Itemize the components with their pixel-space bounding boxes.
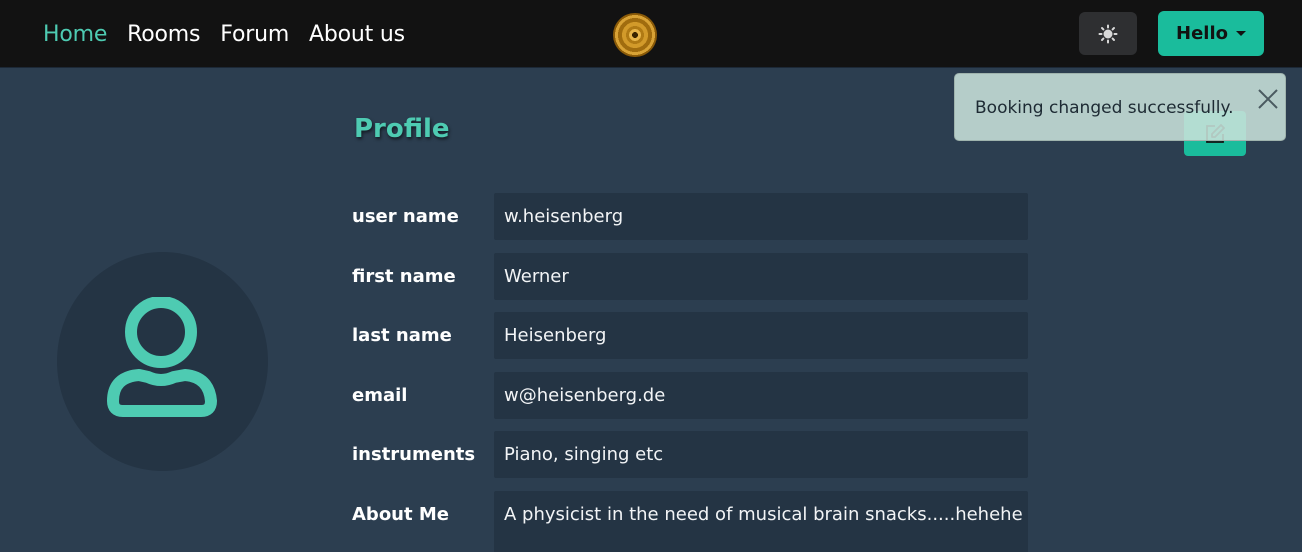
- caret-down-icon: [1235, 31, 1246, 36]
- nav-link-rooms[interactable]: Rooms: [127, 22, 200, 47]
- field-row-username: user name w.heisenberg: [352, 193, 1028, 240]
- toast-message: Booking changed successfully.: [975, 98, 1234, 118]
- nav-links: Home Rooms Forum About us: [43, 0, 405, 68]
- close-icon[interactable]: [1255, 86, 1281, 112]
- field-label: email: [352, 385, 408, 406]
- first-name-field: Werner: [494, 253, 1028, 300]
- user-menu-label: Hello: [1176, 23, 1228, 44]
- field-row-instruments: instruments Piano, singing etc: [352, 431, 1028, 478]
- avatar: [57, 252, 268, 471]
- navbar: Home Rooms Forum About us Hello: [0, 0, 1302, 68]
- profile-title: Profile: [354, 114, 450, 144]
- field-label: last name: [352, 325, 452, 346]
- vinyl-record-logo[interactable]: [613, 13, 657, 57]
- sun-icon: [1098, 24, 1118, 43]
- field-row-about-me: About Me A physicist in the need of musi…: [352, 491, 1028, 552]
- field-label: user name: [352, 206, 459, 227]
- field-row-first-name: first name Werner: [352, 253, 1028, 300]
- instruments-field: Piano, singing etc: [494, 431, 1028, 478]
- field-label: instruments: [352, 444, 476, 465]
- email-field: w@heisenberg.de: [494, 372, 1028, 419]
- nav-link-home[interactable]: Home: [43, 22, 107, 47]
- user-icon: [106, 296, 217, 417]
- nav-link-forum[interactable]: Forum: [220, 22, 289, 47]
- toast-notification: Booking changed successfully.: [954, 73, 1286, 141]
- about-me-field: A physicist in the need of musical brain…: [494, 491, 1028, 552]
- field-label: first name: [352, 266, 456, 287]
- nav-link-about-us[interactable]: About us: [309, 22, 405, 47]
- field-row-last-name: last name Heisenberg: [352, 312, 1028, 359]
- username-field: w.heisenberg: [494, 193, 1028, 240]
- user-menu-button[interactable]: Hello: [1158, 11, 1264, 56]
- last-name-field: Heisenberg: [494, 312, 1028, 359]
- field-label: About Me: [352, 504, 449, 525]
- field-row-email: email w@heisenberg.de: [352, 372, 1028, 419]
- theme-toggle-button[interactable]: [1079, 12, 1137, 55]
